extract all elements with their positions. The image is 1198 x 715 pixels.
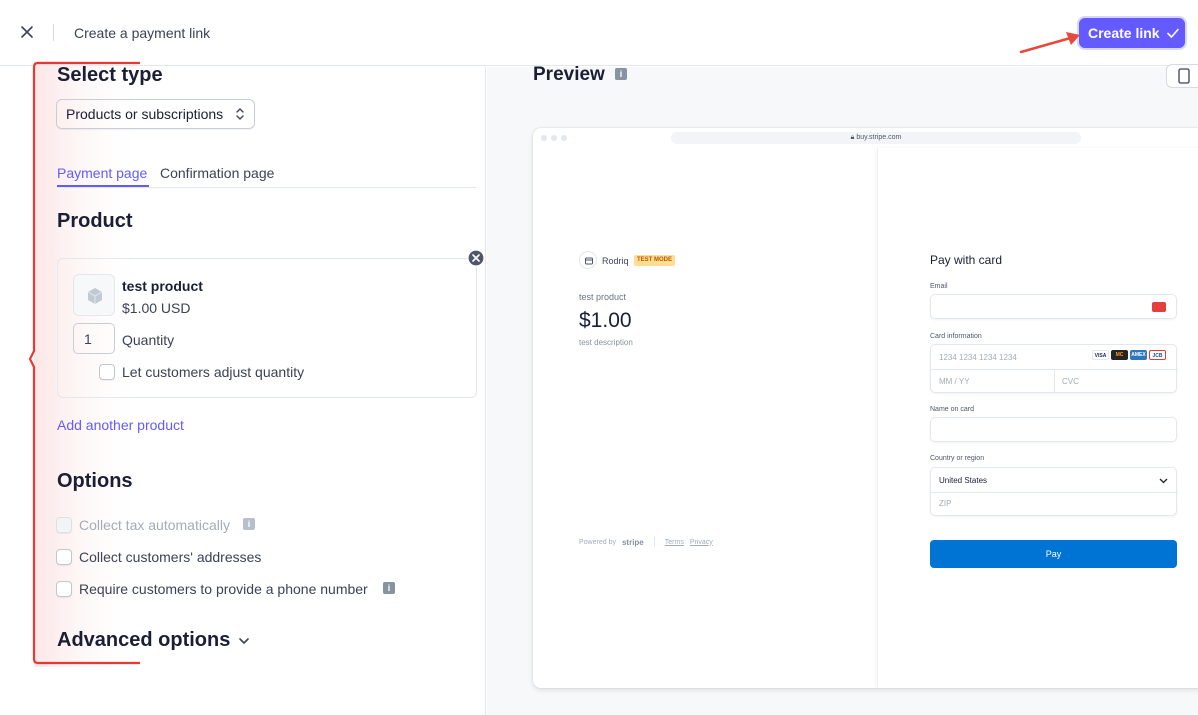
email-label: Email — [930, 283, 948, 290]
preview-split-divider — [877, 148, 878, 688]
card-info-label: Card information — [930, 333, 982, 340]
window-dot — [551, 135, 557, 141]
terms-link[interactable]: Terms — [665, 539, 684, 546]
name-on-card-field[interactable] — [930, 417, 1177, 442]
visa-icon: VISA — [1092, 350, 1109, 360]
product-heading: Product — [57, 210, 133, 232]
jcb-icon: JCB — [1149, 350, 1166, 360]
expiry-placeholder[interactable]: MM / YY — [939, 377, 970, 386]
test-mode-badge: TEST MODE — [634, 255, 676, 266]
zip-placeholder[interactable]: ZIP — [939, 499, 951, 508]
quantity-label: Quantity — [122, 332, 175, 348]
card-info-field[interactable]: 1234 1234 1234 1234 VISA MC AMEX JCB MM … — [930, 344, 1178, 393]
stripe-logo: stripe — [621, 537, 644, 547]
mastercard-icon: MC — [1111, 350, 1128, 360]
footer-divider — [653, 537, 655, 547]
close-icon[interactable] — [18, 23, 36, 41]
checkout-preview: 🔒︎ buy.stripe.com Rodriq TEST MODE test … — [533, 128, 1198, 688]
info-icon[interactable]: i — [615, 68, 627, 80]
email-field[interactable] — [930, 294, 1177, 319]
advanced-options-toggle[interactable]: Advanced options — [57, 629, 250, 652]
preview-heading: Preview — [533, 64, 605, 85]
box-icon — [87, 288, 103, 304]
check-icon — [1166, 28, 1179, 38]
lock-icon: 🔒︎ — [850, 134, 855, 141]
country-label: Country or region — [930, 455, 985, 462]
product-image — [73, 274, 115, 316]
remove-product-icon[interactable] — [467, 249, 485, 267]
info-icon[interactable]: i — [383, 582, 395, 594]
device-toggle-button[interactable] — [1166, 64, 1198, 88]
autofill-icon — [1152, 302, 1166, 312]
card-number-placeholder: 1234 1234 1234 1234 — [939, 353, 1017, 362]
annotation-arrow-icon — [1019, 32, 1080, 54]
tab-payment-page[interactable]: Payment page — [57, 165, 147, 181]
privacy-link[interactable]: Privacy — [690, 539, 713, 546]
chevron-down-icon — [1159, 478, 1168, 484]
card-col-divider — [1054, 369, 1055, 393]
updown-chevron-icon — [236, 108, 244, 120]
amex-icon: AMEX — [1130, 350, 1147, 360]
page-title: Create a payment link — [74, 25, 211, 41]
url-text: buy.stripe.com — [856, 134, 902, 141]
collect-addresses-label: Collect customers' addresses — [79, 549, 262, 565]
merchant-logo-icon — [579, 251, 597, 269]
add-another-product-link[interactable]: Add another product — [57, 417, 184, 433]
pay-with-card-title: Pay with card — [930, 253, 1003, 267]
card-brand-icons: VISA MC AMEX JCB — [1092, 350, 1166, 360]
powered-by-text: Powered by — [579, 538, 616, 546]
window-dot — [561, 135, 567, 141]
require-phone-label: Require customers to provide a phone num… — [79, 581, 368, 597]
collect-addresses-checkbox[interactable] — [56, 549, 72, 565]
quantity-input[interactable]: 1 — [73, 323, 115, 354]
collect-tax-label: Collect tax automatically — [79, 517, 230, 533]
collect-tax-checkbox[interactable] — [56, 517, 72, 533]
create-link-label: Create link — [1088, 25, 1160, 41]
preview-description: test description — [579, 338, 633, 347]
create-link-button[interactable]: Create link — [1079, 18, 1185, 48]
tabs-divider — [57, 187, 476, 188]
cvc-placeholder[interactable]: CVC — [1062, 377, 1079, 386]
browser-bar: 🔒︎ buy.stripe.com — [533, 128, 1198, 148]
url-bar: 🔒︎ buy.stripe.com — [671, 132, 1081, 144]
country-zip-field[interactable]: United States ZIP — [930, 467, 1178, 516]
tab-confirmation-page[interactable]: Confirmation page — [160, 165, 274, 181]
adjust-quantity-checkbox[interactable] — [99, 364, 115, 380]
adjust-quantity-label: Let customers adjust quantity — [122, 364, 305, 380]
type-select-value: Products or subscriptions — [66, 106, 224, 122]
country-select-value[interactable]: United States — [939, 476, 987, 485]
select-type-heading: Select type — [57, 64, 163, 86]
country-row-divider — [931, 492, 1178, 493]
pay-button[interactable]: Pay — [930, 540, 1177, 568]
merchant-name: Rodriq — [602, 256, 629, 266]
info-icon[interactable]: i — [243, 518, 255, 530]
preview-footer: Powered by stripe Terms Privacy — [579, 537, 713, 547]
active-tab-indicator — [57, 185, 149, 187]
options-heading: Options — [57, 470, 133, 492]
type-select[interactable]: Products or subscriptions — [56, 99, 255, 129]
window-dot — [541, 135, 547, 141]
advanced-options-label: Advanced options — [57, 629, 231, 651]
topbar-divider — [53, 24, 54, 41]
preview-product-name: test product — [579, 292, 627, 302]
name-on-card-label: Name on card — [930, 406, 974, 413]
product-name: test product — [122, 278, 203, 294]
tablet-icon — [1178, 68, 1190, 84]
preview-price: $1.00 — [579, 309, 632, 332]
require-phone-checkbox[interactable] — [56, 581, 72, 597]
product-price: $1.00 USD — [122, 300, 191, 316]
chevron-down-icon — [239, 637, 250, 644]
